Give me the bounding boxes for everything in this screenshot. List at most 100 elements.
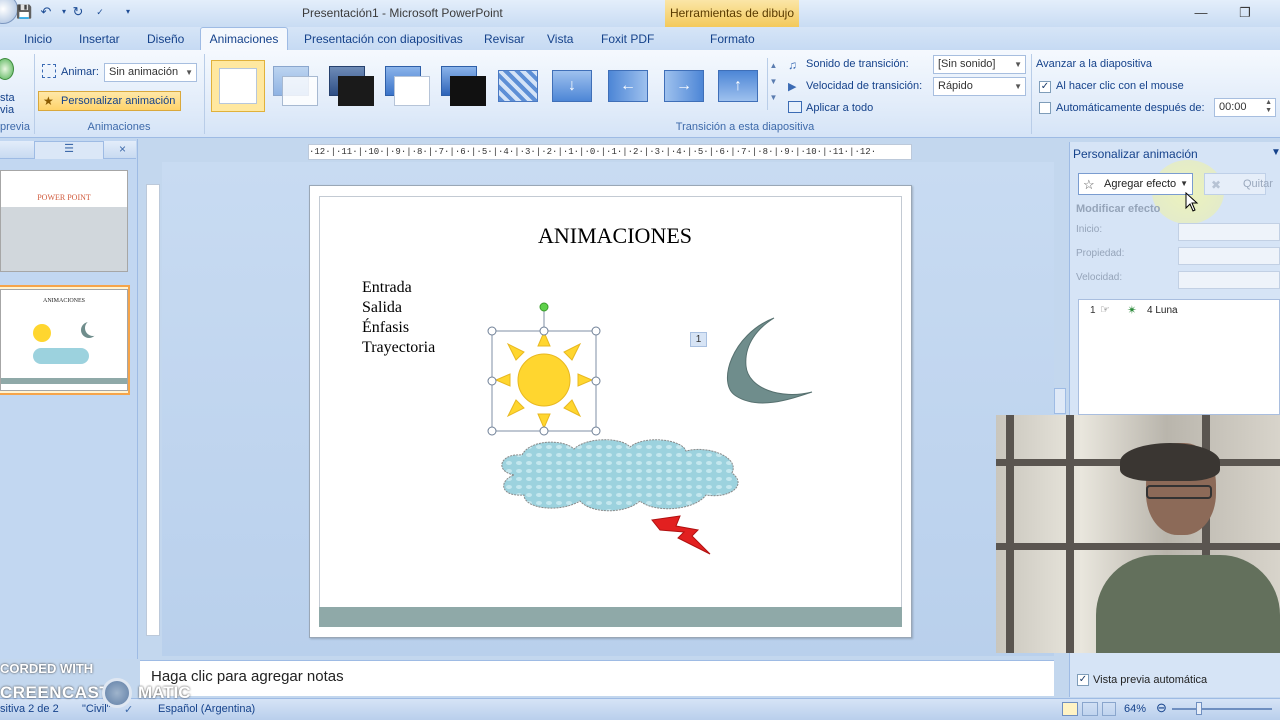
task-pane-title: Personalizar animación [1073, 147, 1198, 161]
tab-foxit-pdf[interactable]: Foxit PDF [601, 30, 654, 50]
thumb2-sun [33, 324, 51, 342]
inicio-field[interactable] [1178, 223, 1280, 241]
redo-icon[interactable]: ↻ [70, 4, 86, 20]
animation-order-tag[interactable]: 1 [690, 332, 707, 347]
tab-presentacion[interactable]: Presentación con diapositivas [304, 30, 463, 50]
auto-time-spinner[interactable]: 00:00 ▲ ▼ [1214, 98, 1276, 117]
slideshow-icon[interactable] [1102, 702, 1116, 716]
auto-time-value: 00:00 [1219, 101, 1247, 113]
transition-wipe-up-thumb[interactable]: ↑ [714, 64, 764, 108]
transition-wipe-right-thumb[interactable]: → [660, 64, 710, 108]
transition-fade-smooth-thumb[interactable] [270, 64, 320, 108]
transition-dissolve-thumb[interactable] [494, 64, 544, 108]
save-icon[interactable]: 💾 [16, 4, 32, 20]
bullet-trayectoria: Trayectoria [362, 339, 436, 356]
tab-diseno[interactable]: Diseño [147, 30, 184, 50]
slide-thumbnail-1[interactable]: POWER POINT [0, 170, 128, 272]
velocidad-label: Velocidad de transición: [806, 80, 923, 92]
undo-icon[interactable]: ↶ [38, 4, 54, 20]
tab-vista[interactable]: Vista [547, 30, 573, 50]
bullet-salida: Salida [362, 299, 402, 316]
propiedad-field[interactable] [1178, 247, 1280, 265]
preview-group-label: previa [0, 121, 30, 133]
thumb2-footer [1, 378, 127, 384]
moon-shape[interactable] [708, 314, 818, 408]
slide-title[interactable]: ANIMACIONES [480, 223, 750, 249]
normal-view-icon[interactable] [1062, 702, 1078, 716]
preview-label-bottom[interactable]: via [0, 104, 14, 116]
spelling-icon[interactable]: ✓ [92, 4, 108, 20]
remove-effect-button[interactable]: ✖ Quitar [1204, 173, 1273, 195]
watermark-line3: MATIC [138, 683, 191, 702]
customize-qat-icon[interactable]: ▾ [120, 4, 136, 20]
sonido-select[interactable]: [Sin sonido] ▼ [933, 55, 1026, 74]
add-effect-button[interactable]: ☆ Agregar efecto ▼ [1078, 173, 1193, 195]
sun-shape[interactable] [484, 298, 606, 438]
thumb2-cloud [33, 348, 89, 364]
sonido-select-value: [Sin sonido] [938, 58, 996, 70]
aplicar-a-todo-button[interactable]: Aplicar a todo [806, 102, 873, 114]
slide-sorter-icon[interactable] [1082, 702, 1098, 716]
zoom-slider[interactable] [1172, 708, 1272, 710]
screencast-logo-icon [102, 678, 132, 708]
animar-label: Animar: [61, 66, 99, 78]
outline-tab-icon[interactable]: ☰ [34, 141, 104, 159]
tab-animaciones[interactable]: Animaciones [200, 27, 288, 51]
transition-cut-black-thumb[interactable] [438, 64, 488, 108]
maximize-button[interactable]: ❐ [1234, 4, 1256, 22]
tab-formato[interactable]: Formato [710, 30, 755, 50]
transition-cut-thumb[interactable] [382, 64, 432, 108]
slide-counter: sitiva 2 de 2 [0, 703, 59, 715]
close-icon[interactable]: × [119, 142, 126, 156]
slide-thumbnail-2[interactable]: ANIMACIONES [0, 289, 128, 391]
zoom-level[interactable]: 64% [1124, 703, 1146, 715]
avanzar-title: Avanzar a la diapositiva [1036, 58, 1152, 70]
ribbon-separator [204, 54, 205, 134]
velocidad-select-value: Rápido [938, 80, 973, 92]
transition-fade-black-thumb[interactable] [326, 64, 376, 108]
ribbon-separator [1031, 54, 1032, 134]
gallery-scroll[interactable]: ▲ ▼ ▼ [767, 58, 779, 110]
auto-preview-checkbox[interactable]: ✓ [1077, 674, 1089, 686]
remove-icon: ✖ [1211, 178, 1222, 192]
personalizar-animacion-button[interactable]: ★ Personalizar animación [38, 91, 181, 111]
mouse-click-icon: ☞ [1100, 304, 1110, 316]
effect-star-icon: ✴ [1127, 303, 1138, 317]
transition-wipe-left-thumb[interactable]: ← [604, 64, 654, 108]
lightning-shape[interactable] [650, 514, 714, 558]
animar-select[interactable]: Sin animación ▼ [104, 63, 197, 82]
thumb1-title: POWER POINT [37, 193, 91, 202]
auto-after-checkbox[interactable] [1039, 102, 1051, 114]
effect-item-luna[interactable]: 4 Luna [1147, 305, 1178, 316]
minimize-button[interactable]: — [1190, 4, 1212, 22]
speed-icon: ▶ [788, 81, 797, 93]
sonido-label: Sonido de transición: [806, 58, 909, 70]
language-indicator[interactable]: Español (Argentina) [158, 703, 255, 715]
remove-label: Quitar [1243, 178, 1273, 190]
on-click-checkbox[interactable]: ✓ [1039, 81, 1051, 93]
auto-after-label: Automáticamente después de: [1056, 102, 1205, 114]
transition-none-thumb[interactable] [211, 60, 265, 112]
zoom-slider-handle[interactable] [1196, 702, 1202, 715]
preview-label-top[interactable]: sta [0, 92, 15, 104]
mouse-cursor-icon [1185, 192, 1199, 212]
tab-revisar[interactable]: Revisar [484, 30, 525, 50]
sound-icon: ♫ [788, 58, 797, 72]
scrollbar-thumb[interactable] [1054, 388, 1066, 414]
tab-inicio[interactable]: Inicio [24, 30, 52, 50]
tab-insertar[interactable]: Insertar [79, 30, 120, 50]
transition-wipe-down-thumb[interactable]: ↓ [548, 64, 598, 108]
pane-menu-icon[interactable]: ▼ [1271, 147, 1280, 158]
zoom-out-icon[interactable]: ⊖ [1156, 700, 1167, 716]
cloud-shape[interactable] [494, 435, 748, 515]
velocidad-field[interactable] [1178, 271, 1280, 289]
velocidad-select[interactable]: Rápido ▼ [933, 77, 1026, 96]
chevron-down-icon: ▼ [1014, 60, 1022, 69]
ribbon-separator [34, 54, 35, 134]
chevron-down-icon: ▼ [185, 68, 193, 77]
context-tab-group-title: Herramientas de dibujo [665, 0, 799, 27]
effect-list[interactable] [1078, 299, 1280, 415]
animar-select-value: Sin animación [109, 66, 179, 78]
velocidad-pane-label: Velocidad: [1076, 272, 1123, 283]
modify-effect-title: Modificar efecto [1076, 203, 1161, 215]
